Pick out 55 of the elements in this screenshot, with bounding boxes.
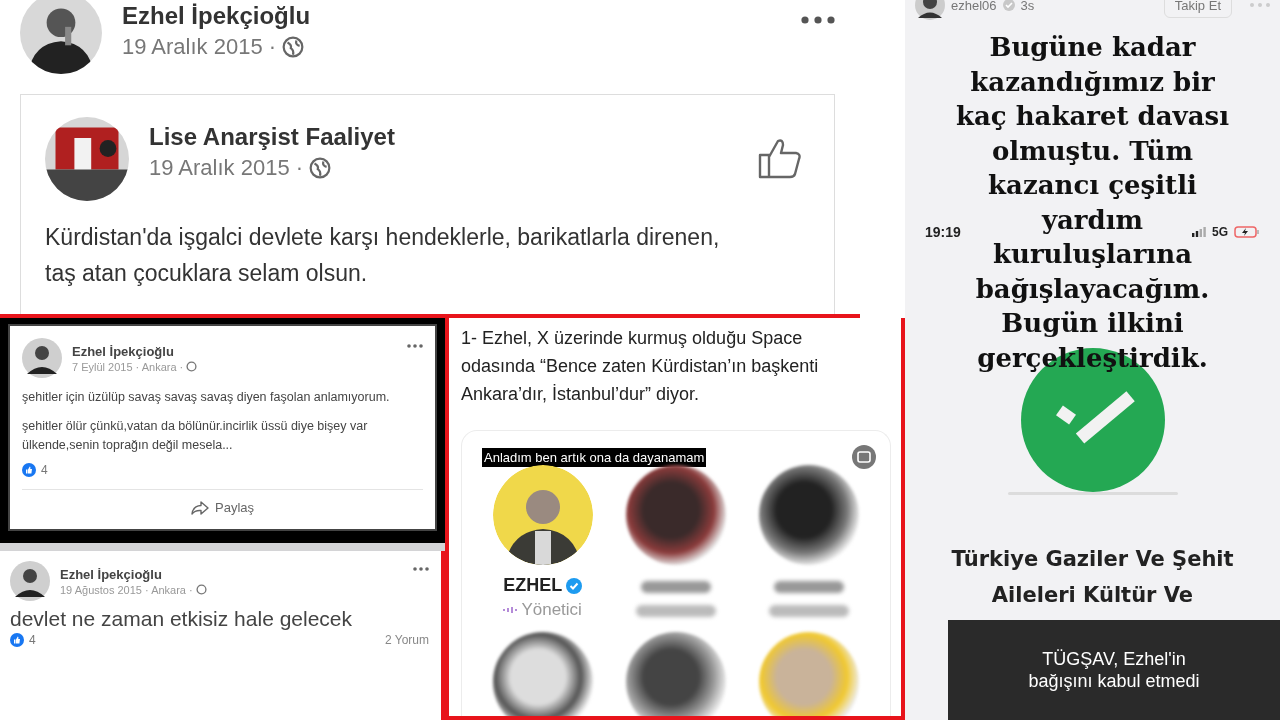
post-text: devlet ne zaman etkisiz hale gelecek (10, 607, 354, 631)
verified-icon (566, 577, 583, 594)
globe-icon (195, 584, 207, 595)
member-name[interactable]: EZHEL (503, 575, 563, 596)
news-caption: TÜGŞAV, Ezhel'in bağışını kabul etmedi (948, 620, 1280, 720)
post-text: Kürdistan'da işgalci devlete karşı hendeklerle, barikatlarla direnen, taş atan çocuklara selam olsun. (45, 223, 721, 288)
post-date[interactable]: 7 Eylül 2015 · Ankara · (72, 360, 184, 373)
member-role: Yönetici (521, 600, 582, 620)
story-text-line: bağışlayacağım. (975, 272, 1210, 306)
reaction-count[interactable]: 4 (29, 633, 36, 647)
blurred-name (641, 581, 711, 593)
waveform-icon (503, 606, 518, 614)
story-text-line: yardım (1041, 203, 1144, 237)
globe-icon (186, 361, 198, 372)
post-text: şehitler için üzülüp savaş savaş savaş diyen faşolan anlamıyorum. (22, 389, 391, 406)
more-icon[interactable] (407, 344, 423, 348)
story-text-line: kaç hakaret davası (955, 100, 1230, 133)
author-name[interactable]: Ezhel İpekçioğlu (72, 343, 198, 359)
story-time: 3s (1020, 0, 1035, 13)
comment-count[interactable]: 2 Yorum (384, 633, 429, 647)
follow-button[interactable]: Takip Et (1163, 0, 1232, 18)
receipt-text-line: Türkiye Gaziler Ve Şehit (951, 546, 1234, 573)
video-subtitle: Anladım ben artık ona da dayanamam (482, 447, 707, 467)
globe-icon (282, 36, 305, 58)
story-text-line: kazancı çeşitli (988, 169, 1197, 202)
more-icon[interactable] (801, 16, 835, 24)
receipt-text-line: Aileleri Kültür Ve (991, 582, 1194, 609)
network-label: 5G (1212, 225, 1228, 239)
post-date[interactable]: 19 Ağustos 2015 · Ankara · (60, 583, 193, 596)
minimize-icon[interactable] (852, 445, 876, 469)
story-text-line: Bugün ilkini (1001, 307, 1184, 340)
signal-icon (1192, 227, 1206, 237)
story-text-line: kazandığımız bir (970, 65, 1215, 99)
verified-icon (1002, 0, 1015, 11)
story-text-line: Bugüne kadar (989, 31, 1196, 64)
tweet-text: 1- Ezhel, X üzerinde kurmuş olduğu Space odasında “Bence zaten Kürdistan’ın başkenti Ankara’dır, İstanbul’dur” diyor. (461, 327, 820, 406)
story-text-line: kuruluşlarına (993, 238, 1192, 271)
author-name[interactable]: Ezhel İpekçioğlu (122, 2, 311, 30)
post-text: şehitler ölür çünkü,vatan da bölünür.incirlik üssü diye bişey var ülkende,senin toprağın değil mesela... (22, 418, 369, 454)
status-time: 19:19 (925, 224, 961, 240)
like-icon (10, 633, 24, 647)
page-name[interactable]: Lise Anarşist Faaliyet (149, 123, 395, 151)
like-icon[interactable] (758, 137, 802, 179)
author-name[interactable]: Ezhel İpekçioğlu (60, 566, 207, 582)
reaction-count[interactable]: 4 (41, 463, 48, 477)
more-icon[interactable] (413, 567, 429, 571)
post-date[interactable]: 19 Aralık 2015 · (122, 34, 277, 60)
post-date[interactable]: 19 Aralık 2015 · (149, 155, 304, 181)
username[interactable]: ezhel06 (951, 0, 997, 13)
share-icon (191, 500, 209, 515)
battery-icon (1234, 226, 1260, 238)
globe-icon (309, 157, 332, 179)
like-icon (22, 463, 36, 477)
blurred-name (774, 581, 845, 593)
story-text-line: olmuştu. Tüm (991, 134, 1193, 168)
